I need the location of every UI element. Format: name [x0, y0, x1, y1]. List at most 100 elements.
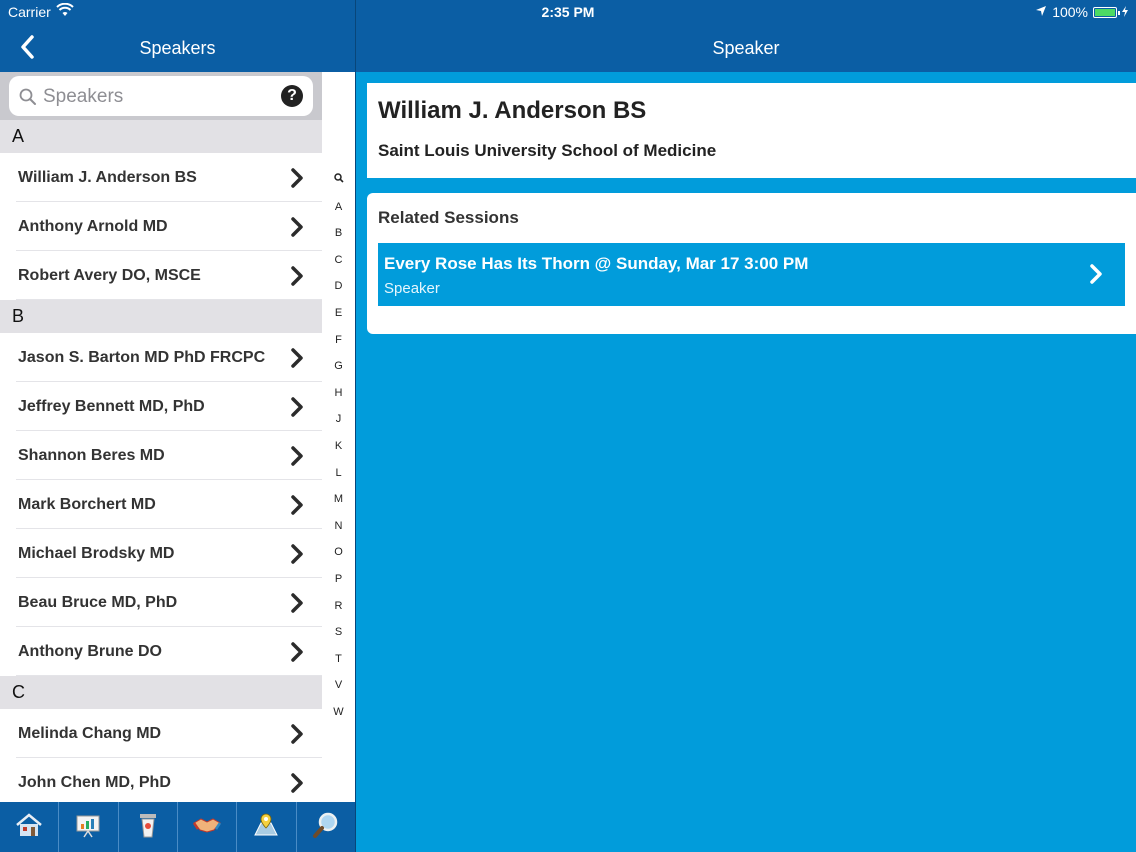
tab-podium[interactable] [119, 802, 178, 852]
speaker-row-name: Mark Borchert MD [18, 496, 156, 513]
session-item[interactable]: Every Rose Has Its Thorn @ Sunday, Mar 1… [378, 243, 1125, 306]
section-header-c: C [0, 676, 322, 709]
chevron-right-icon [290, 772, 304, 799]
index-search-icon[interactable] [322, 167, 355, 194]
speaker-row-name: Anthony Brune DO [18, 643, 162, 660]
index-letter[interactable]: N [322, 513, 355, 540]
tab-map[interactable] [237, 802, 297, 852]
chevron-right-icon [290, 543, 304, 570]
speaker-row-name: Jeffrey Bennett MD, PhD [18, 398, 205, 415]
speaker-row-name: John Chen MD, PhD [18, 774, 171, 791]
session-title: Every Rose Has Its Thorn @ Sunday, Mar 1… [384, 254, 809, 273]
status-bar: Carrier 2:35 PM 100% [0, 0, 1136, 24]
index-letter[interactable]: B [322, 220, 355, 247]
tab-presentation[interactable] [59, 802, 119, 852]
index-letter[interactable]: M [322, 486, 355, 513]
speaker-card: William J. Anderson BS Saint Louis Unive… [367, 83, 1136, 178]
index-letter[interactable]: P [322, 566, 355, 593]
help-icon[interactable]: ? [281, 85, 303, 107]
index-letter[interactable]: F [322, 327, 355, 354]
index-letter[interactable]: C [322, 247, 355, 274]
battery-percent: 100% [1052, 4, 1088, 20]
speaker-row-name: Beau Bruce MD, PhD [18, 594, 178, 611]
speaker-row[interactable]: Mark Borchert MD [0, 480, 322, 529]
index-letter[interactable]: A [322, 194, 355, 221]
battery-icon [1093, 6, 1120, 18]
podium-icon [135, 811, 161, 844]
chevron-right-icon [290, 723, 304, 750]
section-header-b: B [0, 300, 322, 333]
index-letter[interactable]: V [322, 672, 355, 699]
index-letter[interactable]: H [322, 380, 355, 407]
charging-icon [1122, 4, 1128, 20]
session-role: Speaker [384, 280, 440, 297]
speaker-name: William J. Anderson BS [378, 97, 647, 124]
index-letter[interactable]: K [322, 433, 355, 460]
speaker-row[interactable]: Beau Bruce MD, PhD [0, 578, 322, 627]
chevron-right-icon [1089, 263, 1103, 290]
speaker-organization: Saint Louis University School of Medicin… [378, 141, 717, 160]
speaker-row-name: William J. Anderson BS [18, 169, 197, 186]
map-icon [252, 811, 280, 844]
chevron-right-icon [290, 265, 304, 292]
master-title: Speakers [139, 38, 216, 58]
speaker-detail-panel: William J. Anderson BS Saint Louis Unive… [356, 72, 1136, 852]
tab-search[interactable] [297, 802, 355, 852]
master-nav-bar: Speakers [0, 24, 355, 72]
section-header-a: A [0, 120, 322, 153]
chevron-right-icon [290, 494, 304, 521]
search-input[interactable] [41, 84, 275, 110]
location-arrow-icon [1035, 4, 1047, 20]
speaker-row[interactable]: Michael Brodsky MD [0, 529, 322, 578]
index-letter[interactable]: W [322, 699, 355, 726]
magnifier-icon [19, 88, 37, 111]
speaker-list: A William J. Anderson BS Anthony Arnold MD… [0, 120, 322, 802]
speaker-row[interactable]: William J. Anderson BS [0, 153, 322, 202]
search-bar: ? [0, 72, 322, 120]
chevron-right-icon [290, 167, 304, 194]
alphabet-index[interactable]: ABCDEFGHJKLMNOPRSTVW [322, 167, 355, 725]
chevron-right-icon [290, 347, 304, 374]
index-letter[interactable]: J [322, 406, 355, 433]
presentation-icon [74, 812, 102, 843]
speaker-row-name: Robert Avery DO, MSCE [18, 267, 201, 284]
related-sessions-card: Related Sessions Every Rose Has Its Thor… [367, 193, 1136, 334]
index-letter[interactable]: R [322, 593, 355, 620]
chevron-right-icon [290, 641, 304, 668]
speaker-row[interactable]: Jason S. Barton MD PhD FRCPC [0, 333, 322, 382]
home-icon [14, 812, 44, 843]
index-letter[interactable]: G [322, 353, 355, 380]
battery-fill [1095, 8, 1115, 16]
speakers-panel: ? A William J. Anderson BS Anthony Arnold … [0, 72, 355, 802]
chevron-right-icon [290, 216, 304, 243]
detail-title: Speaker [712, 38, 780, 58]
index-letter[interactable]: L [322, 460, 355, 487]
chevron-right-icon [290, 592, 304, 619]
speaker-row-name: Anthony Arnold MD [18, 218, 168, 235]
speaker-row-name: Michael Brodsky MD [18, 545, 175, 562]
speaker-row-name: Shannon Beres MD [18, 447, 165, 464]
index-letter[interactable]: D [322, 273, 355, 300]
row-separator [16, 299, 322, 300]
index-letter[interactable]: O [322, 539, 355, 566]
speaker-row-name: Jason S. Barton MD PhD FRCPC [18, 349, 266, 366]
handshake-icon [192, 813, 222, 842]
speaker-row[interactable]: Anthony Brune DO [0, 627, 322, 676]
speaker-row[interactable]: Melinda Chang MD [0, 709, 322, 758]
search-field-container[interactable]: ? [9, 76, 313, 116]
tab-home[interactable] [0, 802, 60, 852]
speaker-row[interactable]: Shannon Beres MD [0, 431, 322, 480]
speaker-row[interactable]: John Chen MD, PhD [0, 758, 322, 802]
speaker-row[interactable]: Anthony Arnold MD [0, 202, 322, 251]
speaker-row[interactable]: Robert Avery DO, MSCE [0, 251, 322, 300]
status-time: 2:35 PM [541, 4, 595, 20]
chevron-right-icon [290, 396, 304, 423]
detail-nav-bar: Speaker [356, 24, 1136, 72]
chevron-right-icon [290, 445, 304, 472]
index-letter[interactable]: E [322, 300, 355, 327]
speaker-row-name: Melinda Chang MD [18, 725, 162, 742]
speaker-row[interactable]: Jeffrey Bennett MD, PhD [0, 382, 322, 431]
index-letter[interactable]: S [322, 619, 355, 646]
index-letter[interactable]: T [322, 646, 355, 673]
tab-handshake[interactable] [178, 802, 238, 852]
